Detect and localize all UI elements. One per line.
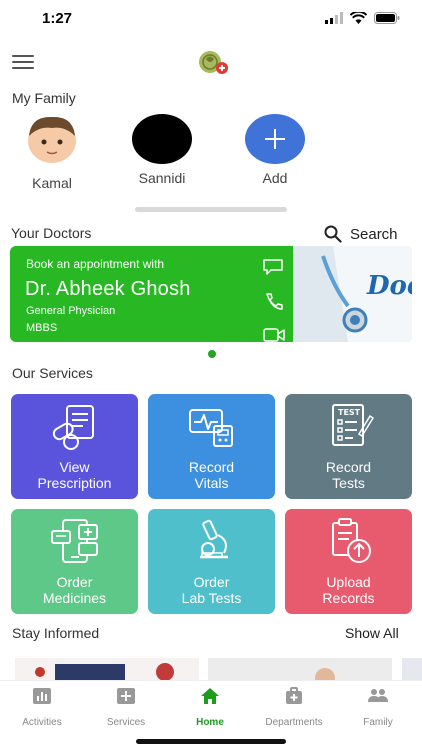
svg-text:TEST: TEST: [338, 408, 361, 417]
app-logo-icon: [199, 51, 228, 74]
doctor-info: Book an appointment with Dr. Abheek Ghos…: [10, 246, 292, 342]
doctor-banner-image: Doc: [293, 246, 412, 342]
scroll-indicator: [135, 207, 287, 212]
stethoscope-banner: Doc: [293, 246, 412, 342]
doctor-name: Dr. Abheek Ghosh: [25, 278, 191, 300]
my-family-title: My Family: [12, 90, 76, 106]
tab-label: Family: [363, 717, 393, 728]
doctor-role: General Physician: [26, 305, 116, 317]
member-name: Kamal: [32, 175, 72, 191]
tab-departments[interactable]: Departments: [252, 687, 336, 728]
service-upload-records[interactable]: Upload Records: [285, 509, 412, 614]
news-thumbnails: [15, 658, 422, 682]
tile-label: View Prescription: [37, 459, 112, 491]
tab-home[interactable]: Home: [168, 687, 252, 728]
tile-label: Order Medicines: [42, 574, 107, 606]
family-icon: [368, 689, 388, 702]
doctor-card-subtitle: Book an appointment with: [26, 257, 165, 271]
service-order-lab-tests[interactable]: Order Lab Tests: [148, 509, 275, 614]
black-avatar: [132, 114, 192, 164]
doctor-degree: MBBS: [26, 322, 58, 334]
tab-label: Departments: [265, 717, 323, 728]
tile-label: Upload Records: [322, 574, 375, 606]
add-family-member-button[interactable]: Add: [235, 114, 315, 186]
departments-icon: [286, 687, 302, 704]
tab-label: Home: [196, 717, 224, 728]
service-record-vitals[interactable]: Record Vitals: [148, 394, 275, 499]
vitals-icon: [189, 409, 233, 447]
carousel-dot-active[interactable]: [208, 350, 216, 358]
tab-family[interactable]: Family: [336, 687, 420, 728]
battery-icon: [374, 12, 400, 24]
test-report-icon: TEST: [332, 404, 375, 446]
search-label: Search: [350, 225, 398, 243]
doctor-card[interactable]: Book an appointment with Dr. Abheek Ghos…: [10, 246, 412, 342]
activities-icon: [33, 688, 51, 704]
phone-icon[interactable]: [262, 292, 286, 310]
microscope-icon: [200, 519, 228, 559]
boy-emoji-avatar: [21, 114, 83, 164]
your-doctors-title: Your Doctors: [11, 225, 92, 241]
stay-informed-title: Stay Informed: [12, 625, 100, 641]
doctor-actions: [262, 258, 290, 342]
hamburger-icon[interactable]: [12, 55, 34, 71]
family-member-sannidi[interactable]: Sannidi: [122, 114, 202, 186]
banner-text: Doc: [366, 271, 412, 301]
search-icon: [324, 225, 342, 243]
services-icon: [117, 688, 135, 704]
our-services-title: Our Services: [12, 365, 93, 381]
video-call-icon[interactable]: [262, 326, 286, 342]
service-record-tests[interactable]: TEST Record Tests: [285, 394, 412, 499]
tab-activities[interactable]: Activities: [0, 687, 84, 728]
home-indicator: [136, 739, 286, 744]
prescription-icon: [52, 405, 94, 450]
tab-label: Services: [106, 717, 146, 728]
plus-icon: [245, 114, 305, 164]
family-member-kamal[interactable]: Kamal: [12, 114, 92, 191]
member-name: Sannidi: [138, 170, 186, 186]
family-members-row: Kamal Sannidi Add: [0, 114, 422, 191]
service-order-medicines[interactable]: Order Medicines: [11, 509, 138, 614]
wifi-icon: [350, 12, 367, 24]
signal-icon: [325, 12, 343, 24]
top-bar: [0, 48, 422, 78]
home-icon: [201, 688, 219, 704]
status-bar: 1:27: [0, 0, 422, 40]
tile-label: Record Tests: [325, 459, 372, 491]
show-all-link[interactable]: Show All: [345, 625, 399, 641]
chat-icon[interactable]: [262, 258, 286, 276]
status-time: 1:27: [42, 10, 73, 27]
tab-services[interactable]: Services: [84, 687, 168, 728]
news-carousel[interactable]: [15, 658, 422, 682]
service-view-prescription[interactable]: View Prescription: [11, 394, 138, 499]
tab-label: Activities: [22, 717, 62, 728]
member-name: Add: [262, 170, 288, 186]
upload-records-icon: [332, 518, 371, 563]
tile-label: Record Vitals: [188, 459, 235, 491]
status-icons: [325, 12, 400, 24]
tile-label: Order Lab Tests: [181, 574, 242, 606]
doctor-search-button[interactable]: Search: [324, 225, 398, 243]
medicine-order-icon: [51, 519, 98, 563]
